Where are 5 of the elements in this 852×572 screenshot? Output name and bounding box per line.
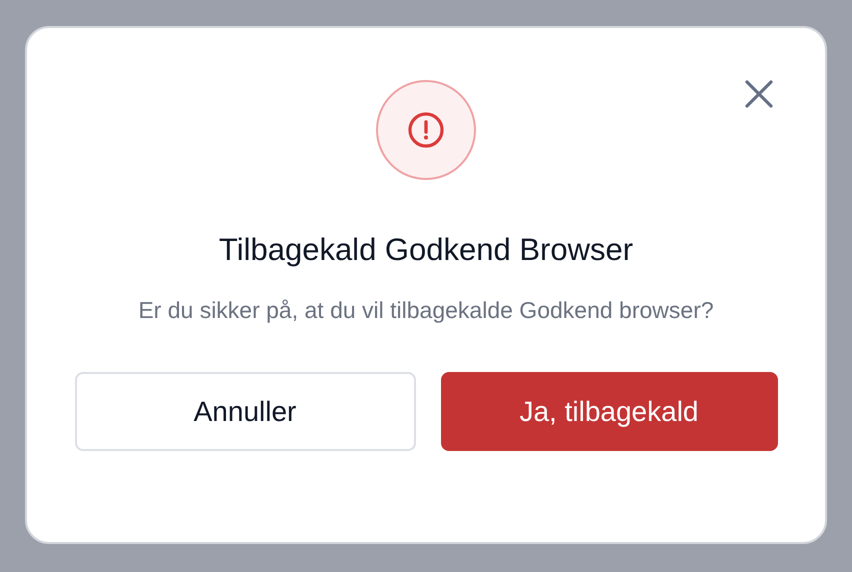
dialog-message: Er du sikker på, at du vil tilbagekalde Godkend browser?	[137, 296, 715, 325]
confirm-button[interactable]: Ja, tilbagekald	[440, 372, 778, 451]
cancel-button[interactable]: Annuller	[74, 372, 416, 451]
dialog-title: Tilbagekald Godkend Browser	[218, 232, 634, 268]
exclamation-circle-icon	[407, 111, 445, 149]
